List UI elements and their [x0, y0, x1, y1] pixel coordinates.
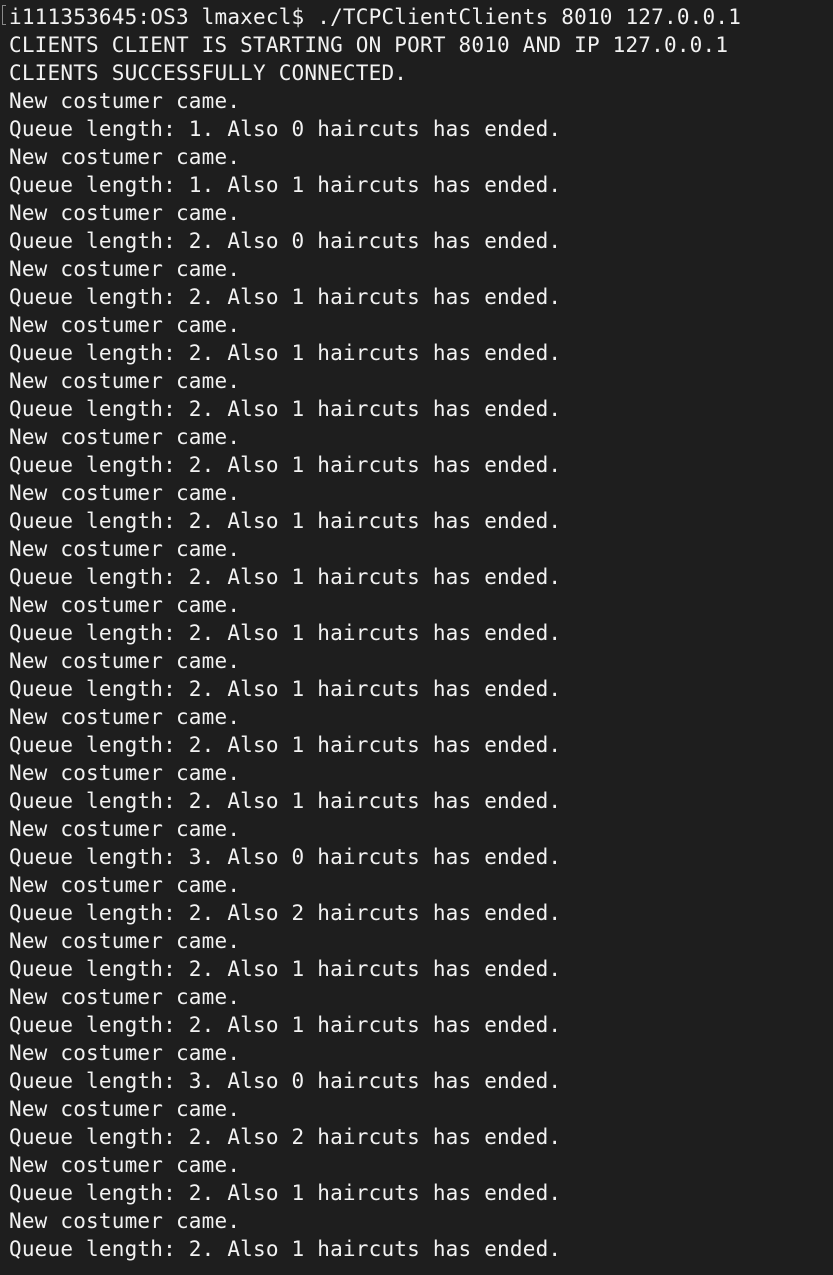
- output-line: New costumer came.: [9, 705, 241, 729]
- output-line: New costumer came.: [9, 145, 241, 169]
- output-line: Queue length: 2. Also 1 haircuts has end…: [9, 285, 562, 309]
- output-line: Queue length: 3. Also 0 haircuts has end…: [9, 1069, 562, 1093]
- output-line: New costumer came.: [9, 649, 241, 673]
- output-line: New costumer came.: [9, 873, 241, 897]
- terminal-window[interactable]: i111353645:OS3 lmaxecl$ ./TCPClientClien…: [0, 0, 833, 1275]
- output-line: New costumer came.: [9, 257, 241, 281]
- output-line: New costumer came.: [9, 537, 241, 561]
- output-line: Queue length: 2. Also 1 haircuts has end…: [9, 397, 562, 421]
- output-line: Queue length: 2. Also 2 haircuts has end…: [9, 901, 562, 925]
- output-line: New costumer came.: [9, 1153, 241, 1177]
- output-line: New costumer came.: [9, 593, 241, 617]
- output-line: CLIENTS SUCCESSFULLY CONNECTED.: [9, 61, 408, 85]
- output-line: Queue length: 2. Also 1 haircuts has end…: [9, 621, 562, 645]
- output-line: Queue length: 1. Also 0 haircuts has end…: [9, 117, 562, 141]
- output-line: Queue length: 2. Also 1 haircuts has end…: [9, 341, 562, 365]
- output-line: New costumer came.: [9, 929, 241, 953]
- output-line: New costumer came.: [9, 425, 241, 449]
- output-line: New costumer came.: [9, 1041, 241, 1065]
- output-line: New costumer came.: [9, 1097, 241, 1121]
- output-line: Queue length: 2. Also 1 haircuts has end…: [9, 957, 562, 981]
- output-line: Queue length: 2. Also 1 haircuts has end…: [9, 1013, 562, 1037]
- output-line: Queue length: 3. Also 0 haircuts has end…: [9, 845, 562, 869]
- output-line: New costumer came.: [9, 481, 241, 505]
- output-line: Queue length: 2. Also 1 haircuts has end…: [9, 509, 562, 533]
- mark-bracket: [2, 5, 6, 25]
- output-line: New costumer came.: [9, 89, 241, 113]
- output-line: Queue length: 2. Also 2 haircuts has end…: [9, 1125, 562, 1149]
- output-line: Queue length: 2. Also 1 haircuts has end…: [9, 1237, 562, 1261]
- output-line: New costumer came.: [9, 817, 241, 841]
- output-line: CLIENTS CLIENT IS STARTING ON PORT 8010 …: [9, 33, 729, 57]
- output-line: New costumer came.: [9, 313, 241, 337]
- output-line: New costumer came.: [9, 1209, 241, 1233]
- output-line: New costumer came.: [9, 761, 241, 785]
- output-line: New costumer came.: [9, 369, 241, 393]
- output-line: Queue length: 2. Also 1 haircuts has end…: [9, 453, 562, 477]
- terminal-output: i111353645:OS3 lmaxecl$ ./TCPClientClien…: [9, 3, 833, 1263]
- output-line: Queue length: 2. Also 1 haircuts has end…: [9, 733, 562, 757]
- output-line: New costumer came.: [9, 201, 241, 225]
- output-line: Queue length: 2. Also 1 haircuts has end…: [9, 789, 562, 813]
- output-line: Queue length: 2. Also 1 haircuts has end…: [9, 565, 562, 589]
- output-line: New costumer came.: [9, 985, 241, 1009]
- output-line: Queue length: 2. Also 1 haircuts has end…: [9, 1181, 562, 1205]
- command-prompt-line: i111353645:OS3 lmaxecl$ ./TCPClientClien…: [9, 5, 742, 29]
- output-line: Queue length: 1. Also 1 haircuts has end…: [9, 173, 562, 197]
- output-line: Queue length: 2. Also 0 haircuts has end…: [9, 229, 562, 253]
- output-line: Queue length: 2. Also 1 haircuts has end…: [9, 677, 562, 701]
